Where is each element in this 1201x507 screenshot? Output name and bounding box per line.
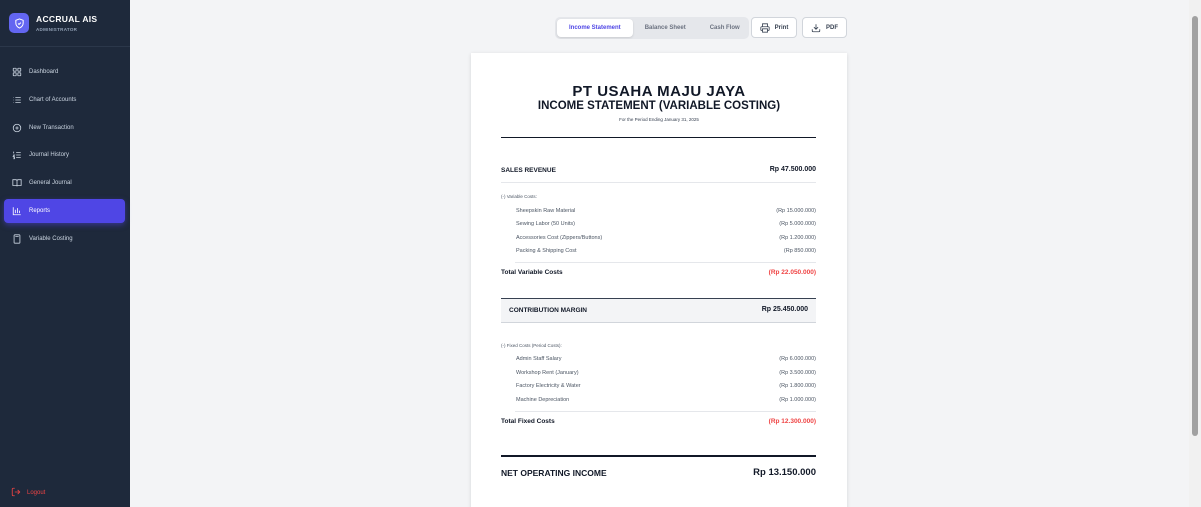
sidebar-item-label: Journal History (29, 152, 70, 159)
shield-icon (9, 13, 29, 33)
printer-icon (760, 22, 770, 33)
report-paper: PT USAHA MAJU JAYA INCOME STATEMENT (VAR… (471, 53, 847, 507)
download-icon (811, 23, 821, 32)
variable-cost-value: (Rp 1.200.000) (779, 235, 816, 241)
scrollbar-thumb[interactable] (1192, 16, 1198, 436)
tab-income-statement[interactable]: Income Statement (557, 19, 633, 37)
divider (515, 411, 816, 412)
fixed-cost-value: (Rp 1.800.000) (779, 383, 816, 389)
sidebar-item-new-transaction[interactable]: New Transaction (4, 116, 125, 140)
print-button[interactable]: Print (751, 17, 797, 38)
sidebar: ACCRUAL AIS ADMINISTRATOR Dashboard Char… (0, 0, 130, 507)
sidebar-item-chart-of-accounts[interactable]: Chart of Accounts (4, 88, 125, 112)
contribution-margin-value: Rp 25.450.000 (761, 306, 808, 313)
fixed-costs-heading: (-) Fixed Costs (Period Costs): (501, 343, 562, 348)
sidebar-item-label: Reports (29, 207, 51, 214)
fixed-cost-value: (Rp 3.500.000) (779, 370, 816, 376)
total-fixed-costs-label: Total Fixed Costs (501, 418, 555, 425)
tab-cash-flow[interactable]: Cash Flow (698, 19, 749, 37)
fixed-cost-value: (Rp 6.000.000) (779, 356, 816, 362)
dashboard-icon (11, 67, 22, 78)
sidebar-item-variable-costing[interactable]: Variable Costing (4, 227, 125, 251)
report-title: INCOME STATEMENT (VARIABLE COSTING) (537, 100, 781, 112)
sidebar-nav: Dashboard Chart of Accounts New Transact… (4, 60, 125, 255)
fixed-cost-item: Machine Depreciation (516, 397, 570, 403)
variable-cost-value: (Rp 5.000.000) (779, 221, 816, 227)
logout-icon (11, 484, 21, 502)
variable-cost-item: Sheepskin Raw Material (516, 208, 576, 214)
variable-cost-item: Accessories Cost (Zippers/Buttons) (516, 235, 603, 241)
list-icon (11, 94, 22, 105)
total-fixed-costs-value: (Rp 12.300.000) (768, 418, 816, 425)
variable-cost-value: (Rp 850.000) (783, 248, 816, 254)
sidebar-item-label: Variable Costing (29, 235, 73, 242)
variable-cost-item: Sewing Labor (50 Units) (516, 221, 576, 227)
contribution-margin-label: CONTRIBUTION MARGIN (509, 307, 587, 314)
sales-revenue-label: SALES REVENUE (501, 167, 556, 174)
sidebar-item-journal-history[interactable]: Journal History (4, 143, 125, 167)
sidebar-item-label: New Transaction (29, 124, 74, 131)
calculator-icon (11, 233, 22, 244)
sidebar-item-reports[interactable]: Reports (4, 198, 125, 223)
variable-costs-heading: (-) Variable Costs: (501, 194, 537, 199)
brand-role: ADMINISTRATOR (36, 27, 78, 32)
sidebar-item-dashboard[interactable]: Dashboard (4, 60, 125, 84)
tab-balance-sheet[interactable]: Balance Sheet (633, 19, 698, 37)
page-scrollbar[interactable] (1189, 0, 1201, 507)
logout-button[interactable]: Logout (11, 484, 45, 502)
net-operating-income-value: Rp 13.150.000 (753, 467, 816, 478)
report-tabs: Income Statement Balance Sheet Cash Flow (555, 17, 749, 39)
sidebar-item-label: Dashboard (29, 69, 59, 75)
brand: ACCRUAL AIS ADMINISTRATOR (0, 0, 130, 47)
list-ordered-icon (11, 150, 22, 161)
sidebar-item-label: Chart of Accounts (29, 96, 77, 103)
pdf-label: PDF (826, 24, 838, 31)
plus-circle-icon (11, 122, 22, 133)
company-name: PT USAHA MAJU JAYA (572, 83, 746, 100)
logout-label: Logout (27, 490, 46, 496)
net-operating-income-label: NET OPERATING INCOME (501, 468, 607, 478)
divider (501, 182, 816, 183)
report-period: For the Period Ending January 31, 2025 (619, 117, 699, 122)
total-variable-costs-label: Total Variable Costs (501, 269, 563, 276)
variable-cost-value: (Rp 15.000.000) (776, 208, 816, 214)
sales-revenue-value: Rp 47.500.000 (769, 166, 816, 173)
header-divider (501, 137, 816, 138)
book-icon (11, 178, 22, 189)
variable-cost-item: Packing & Shipping Cost (516, 248, 577, 254)
brand-name: ACCRUAL AIS (36, 14, 98, 24)
fixed-cost-item: Factory Electricity & Water (516, 383, 581, 389)
sidebar-item-label: General Journal (29, 180, 72, 187)
fixed-cost-item: Workshop Rent (January) (516, 370, 579, 376)
bar-chart-icon (11, 205, 22, 216)
pdf-button[interactable]: PDF (802, 17, 847, 38)
print-label: Print (774, 24, 789, 31)
fixed-cost-item: Admin Staff Salary (516, 356, 562, 362)
sidebar-item-general-journal[interactable]: General Journal (4, 171, 125, 195)
net-income-divider (501, 455, 816, 457)
fixed-cost-value: (Rp 1.000.000) (779, 397, 816, 403)
divider (515, 262, 816, 263)
total-variable-costs-value: (Rp 22.050.000) (768, 269, 816, 276)
